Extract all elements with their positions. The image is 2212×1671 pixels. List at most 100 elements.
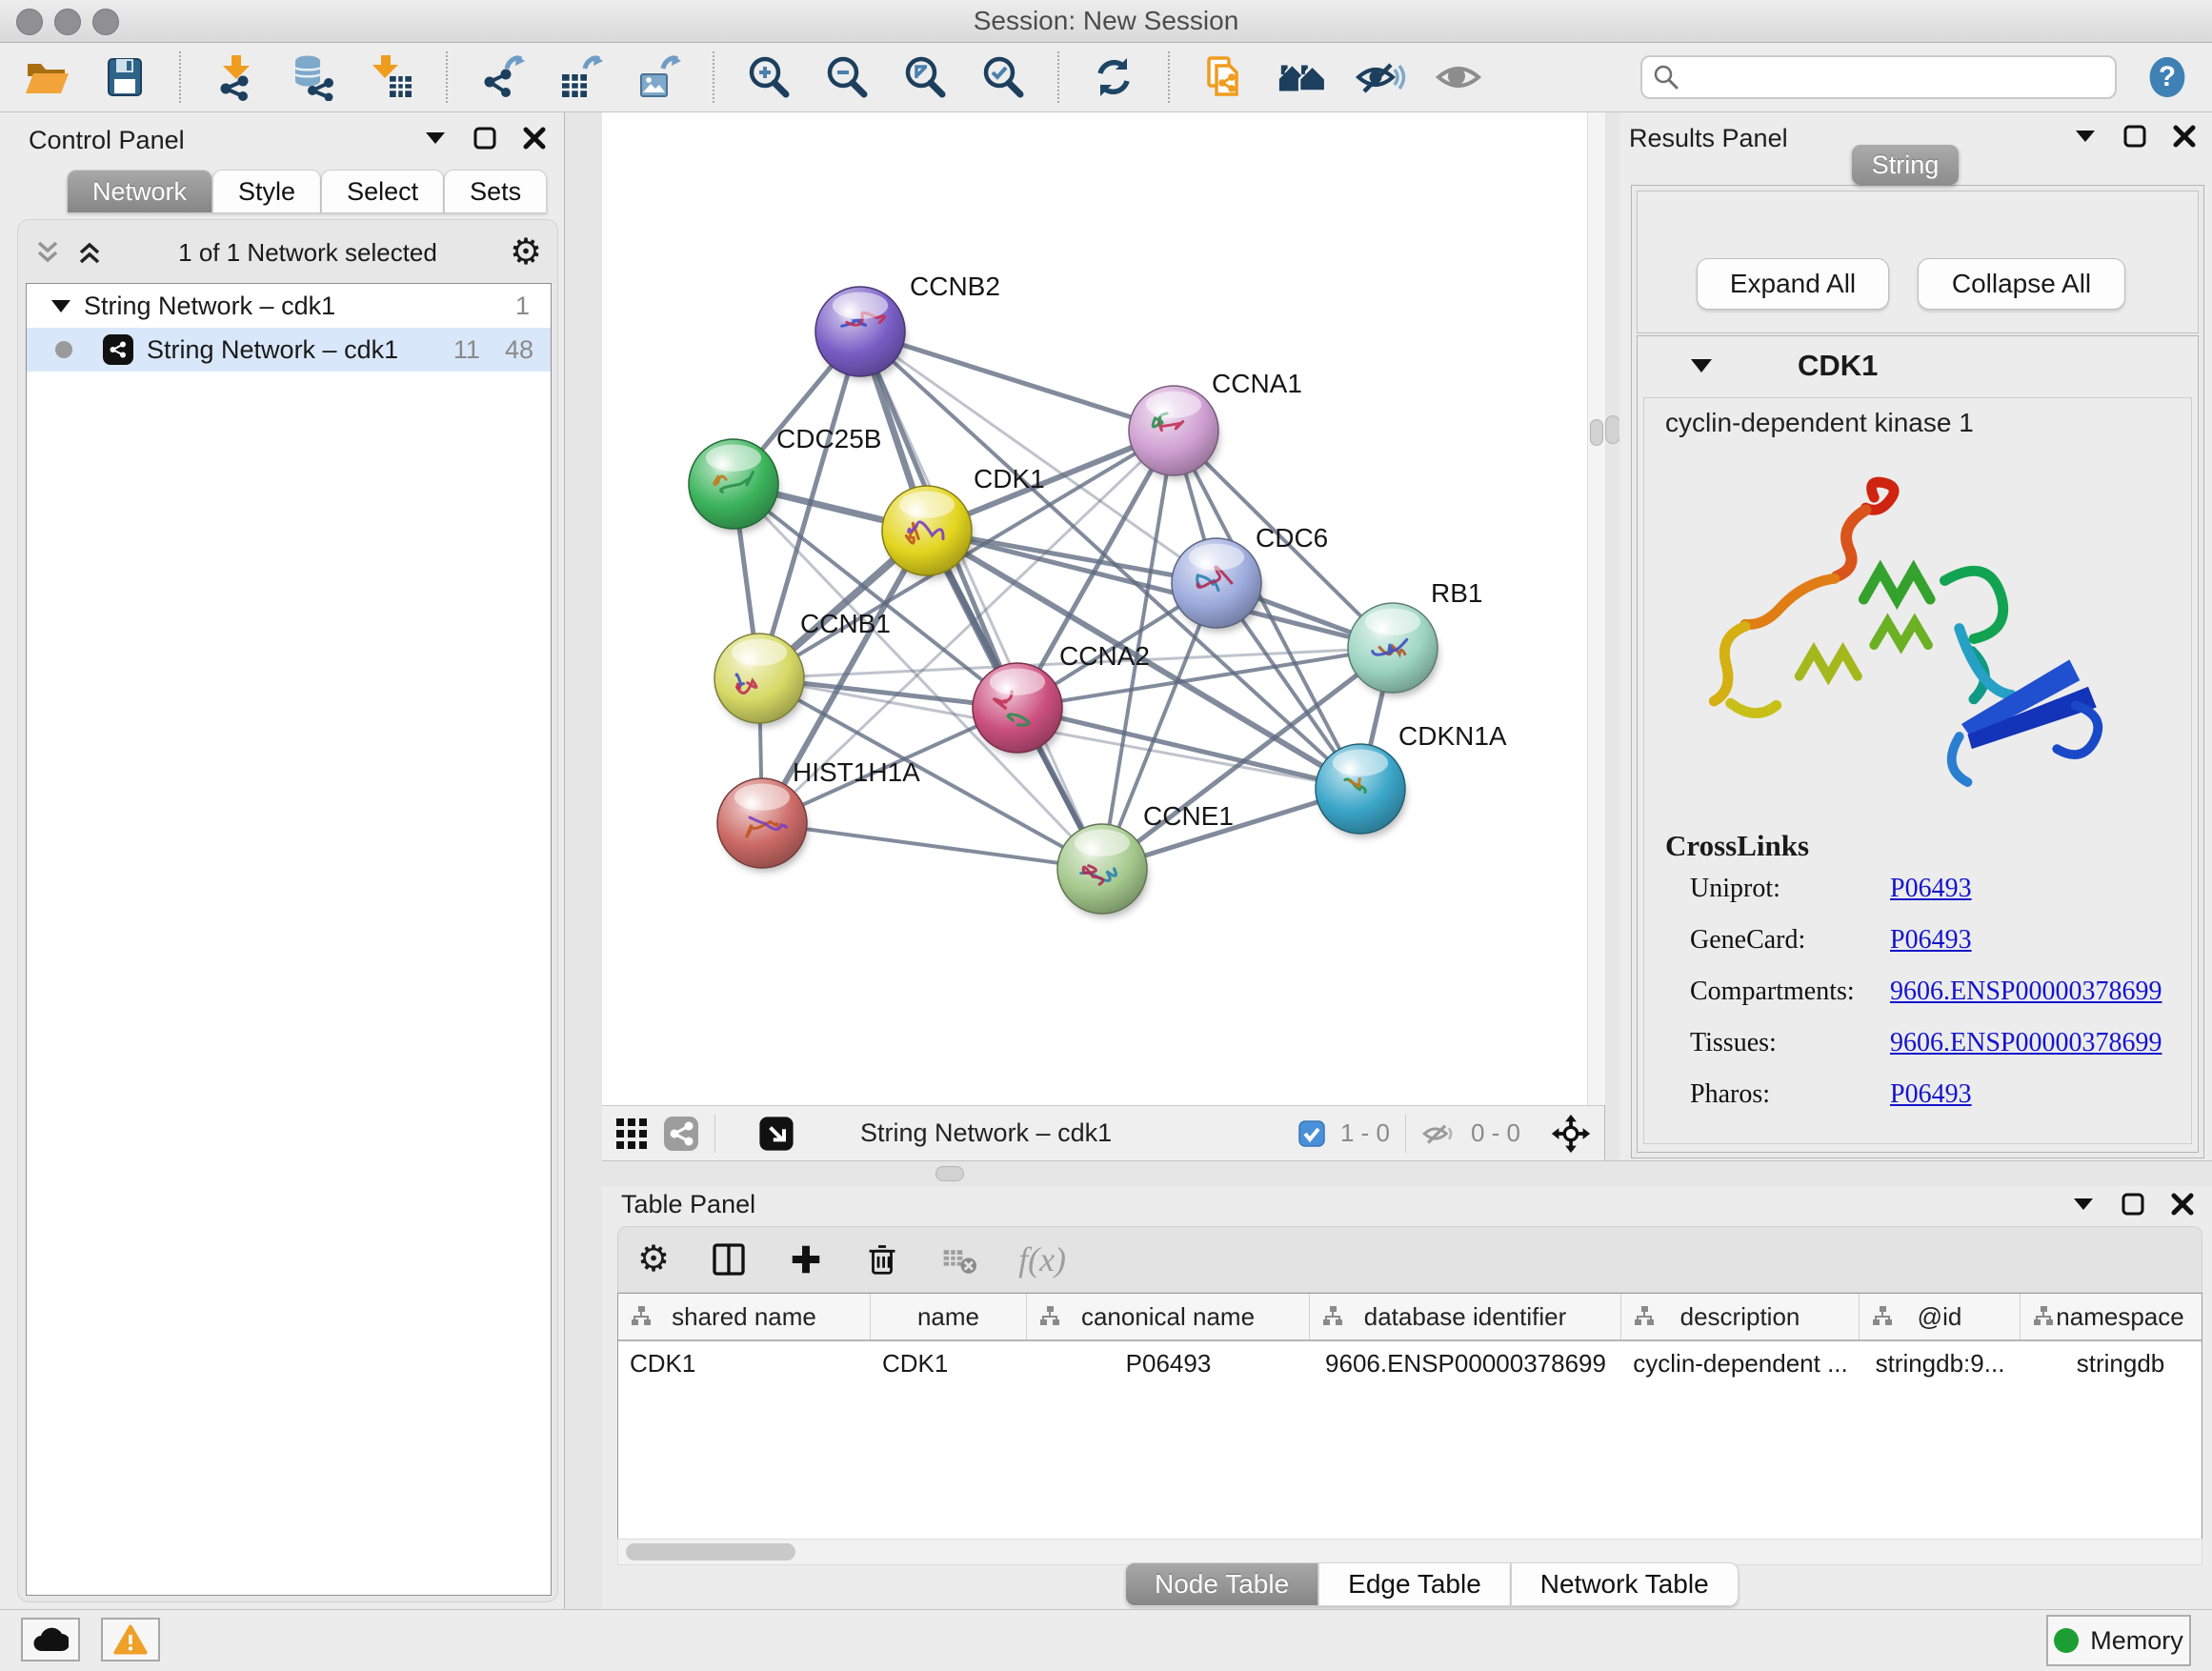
crosslink-link[interactable]: P06493 [1890, 874, 1972, 904]
search-input[interactable] [1688, 62, 2105, 93]
network-options-gear-icon[interactable]: ⚙ [513, 240, 538, 265]
table-settings-gear-icon[interactable]: ⚙ [637, 1241, 670, 1278]
network-node-CCNB1[interactable] [714, 634, 805, 727]
birdseye-grid-icon[interactable] [615, 1117, 648, 1150]
collapse-all-networks-icon[interactable] [35, 240, 60, 265]
show-columns-icon[interactable] [710, 1240, 748, 1278]
network-node-CDKN1A[interactable] [1316, 744, 1406, 837]
open-session-button[interactable] [21, 50, 72, 105]
open-in-window-icon[interactable] [757, 1115, 795, 1153]
network-node-CDC25B[interactable] [689, 439, 779, 533]
float-panel-icon[interactable] [473, 126, 497, 151]
panel-menu-icon[interactable] [423, 126, 448, 151]
network-collection-row[interactable]: String Network – cdk1 1 [27, 284, 551, 328]
warnings-button[interactable] [101, 1618, 160, 1661]
hidden-eye-icon[interactable] [1421, 1118, 1456, 1149]
network-node-HIST1H1A[interactable] [717, 778, 808, 872]
float-panel-icon[interactable] [2122, 124, 2147, 149]
memory-button[interactable]: Memory [2046, 1615, 2191, 1666]
clone-network-button[interactable] [1198, 50, 1250, 105]
table-hscrollbar[interactable] [617, 1539, 2202, 1565]
create-column-icon[interactable] [788, 1241, 824, 1278]
close-panel-icon[interactable] [522, 126, 547, 151]
memory-label: Memory [2090, 1626, 2183, 1656]
panel-menu-icon[interactable] [2073, 124, 2098, 149]
hide-selected-button[interactable] [1355, 50, 1406, 105]
export-image-button[interactable] [633, 50, 684, 105]
zoom-out-button[interactable] [821, 50, 873, 105]
tab-select[interactable]: Select [321, 170, 444, 212]
tab-style[interactable]: Style [212, 170, 321, 212]
network-node-RB1[interactable] [1348, 603, 1438, 696]
network-canvas[interactable]: CCNB2CCNA1CDC25BCDK1CDC6RB1CCNB1CCNA2CDK… [602, 112, 1587, 1105]
column-header-namespace[interactable]: namespace [2021, 1294, 2202, 1339]
network-scrollbar-thumb[interactable] [1590, 419, 1603, 446]
network-share-icon[interactable] [663, 1116, 699, 1152]
houses-button[interactable] [1277, 50, 1328, 105]
column-header-canonical-name[interactable]: canonical name [1027, 1294, 1310, 1339]
help-button[interactable]: ? [2143, 50, 2191, 105]
gene-expander-icon[interactable] [1691, 359, 1712, 372]
refresh-button[interactable] [1088, 50, 1139, 105]
fit-selected-crosshair-icon[interactable] [1551, 1114, 1591, 1154]
network-edge-HIST1H1A-CCNE1[interactable] [762, 823, 1102, 869]
column-header-name[interactable]: name [871, 1294, 1027, 1339]
network-node-CCNA2[interactable] [973, 663, 1063, 756]
table-splitter-grip[interactable] [935, 1166, 964, 1181]
column-header-description[interactable]: description [1621, 1294, 1860, 1339]
table-row[interactable]: CDK1CDK1P064939606.ENSP00000378699cyclin… [618, 1341, 2202, 1385]
tab-node-table[interactable]: Node Table [1125, 1562, 1318, 1606]
tab-edge-table[interactable]: Edge Table [1318, 1562, 1511, 1606]
zoom-in-button[interactable] [743, 50, 794, 105]
tab-network[interactable]: Network [67, 170, 212, 212]
network-edge-CCNB2-CCNE1[interactable] [860, 332, 1102, 869]
table-splitter[interactable] [602, 1160, 2212, 1188]
cloud-button[interactable] [21, 1618, 80, 1661]
right-splitter-grip[interactable] [1605, 415, 1620, 444]
tab-string[interactable]: String [1852, 145, 1959, 185]
import-network-database-button[interactable] [288, 50, 339, 105]
warning-icon [113, 1624, 148, 1655]
import-table-button[interactable] [366, 50, 417, 105]
expand-all-networks-icon[interactable] [77, 240, 102, 265]
table-hscrollbar-thumb[interactable] [626, 1543, 795, 1560]
crosslink-link[interactable]: 9606.ENSP00000378699 [1890, 1028, 2162, 1058]
network-status-dot [55, 341, 72, 358]
delete-column-icon[interactable] [864, 1241, 900, 1278]
network-node-CCNA1[interactable] [1129, 386, 1219, 479]
column-header--id[interactable]: @id [1860, 1294, 2021, 1339]
close-panel-icon[interactable] [2172, 124, 2197, 149]
save-session-button[interactable] [99, 50, 151, 105]
network-scrollbar[interactable] [1587, 112, 1605, 1105]
import-network-file-button[interactable] [210, 50, 261, 105]
network-node-CDK1[interactable] [882, 486, 973, 579]
network-row[interactable]: String Network – cdk1 11 48 [27, 328, 551, 372]
collapse-all-button[interactable]: Collapse All [1918, 258, 2125, 310]
close-panel-icon[interactable] [2170, 1192, 2195, 1217]
selected-checkbox-icon[interactable] [1298, 1120, 1325, 1147]
crosslink-link[interactable]: 9606.ENSP00000378699 [1890, 976, 2162, 1007]
crosslink-link[interactable]: P06493 [1890, 1079, 1972, 1110]
crosslinks-title: CrossLinks [1665, 829, 2191, 863]
column-header-shared-name[interactable]: shared name [618, 1294, 871, 1339]
network-edge-CCNB2-CCNA1[interactable] [860, 332, 1174, 431]
float-panel-icon[interactable] [2121, 1192, 2145, 1217]
zoom-fit-button[interactable] [899, 50, 951, 105]
panel-menu-icon[interactable] [2071, 1192, 2096, 1217]
network-node-CDC6[interactable] [1172, 538, 1262, 632]
toolbar-separator [1057, 51, 1059, 103]
left-splitter[interactable] [564, 112, 604, 1610]
network-node-CCNE1[interactable] [1057, 824, 1148, 917]
tab-network-table[interactable]: Network Table [1511, 1562, 1739, 1606]
crosslink-link[interactable]: P06493 [1890, 925, 1972, 956]
export-table-button[interactable] [554, 50, 606, 105]
tab-sets[interactable]: Sets [444, 170, 547, 212]
zoom-selected-button[interactable] [977, 50, 1029, 105]
export-network-button[interactable] [476, 50, 528, 105]
collection-expander-icon[interactable] [51, 300, 70, 312]
expand-all-button[interactable]: Expand All [1697, 258, 1889, 310]
network-edge-CCNA2-CDKN1A[interactable] [1017, 708, 1360, 789]
import-network-icon [211, 53, 259, 101]
graphics-detail-button[interactable] [1433, 50, 1484, 105]
column-header-database-identifier[interactable]: database identifier [1310, 1294, 1621, 1339]
